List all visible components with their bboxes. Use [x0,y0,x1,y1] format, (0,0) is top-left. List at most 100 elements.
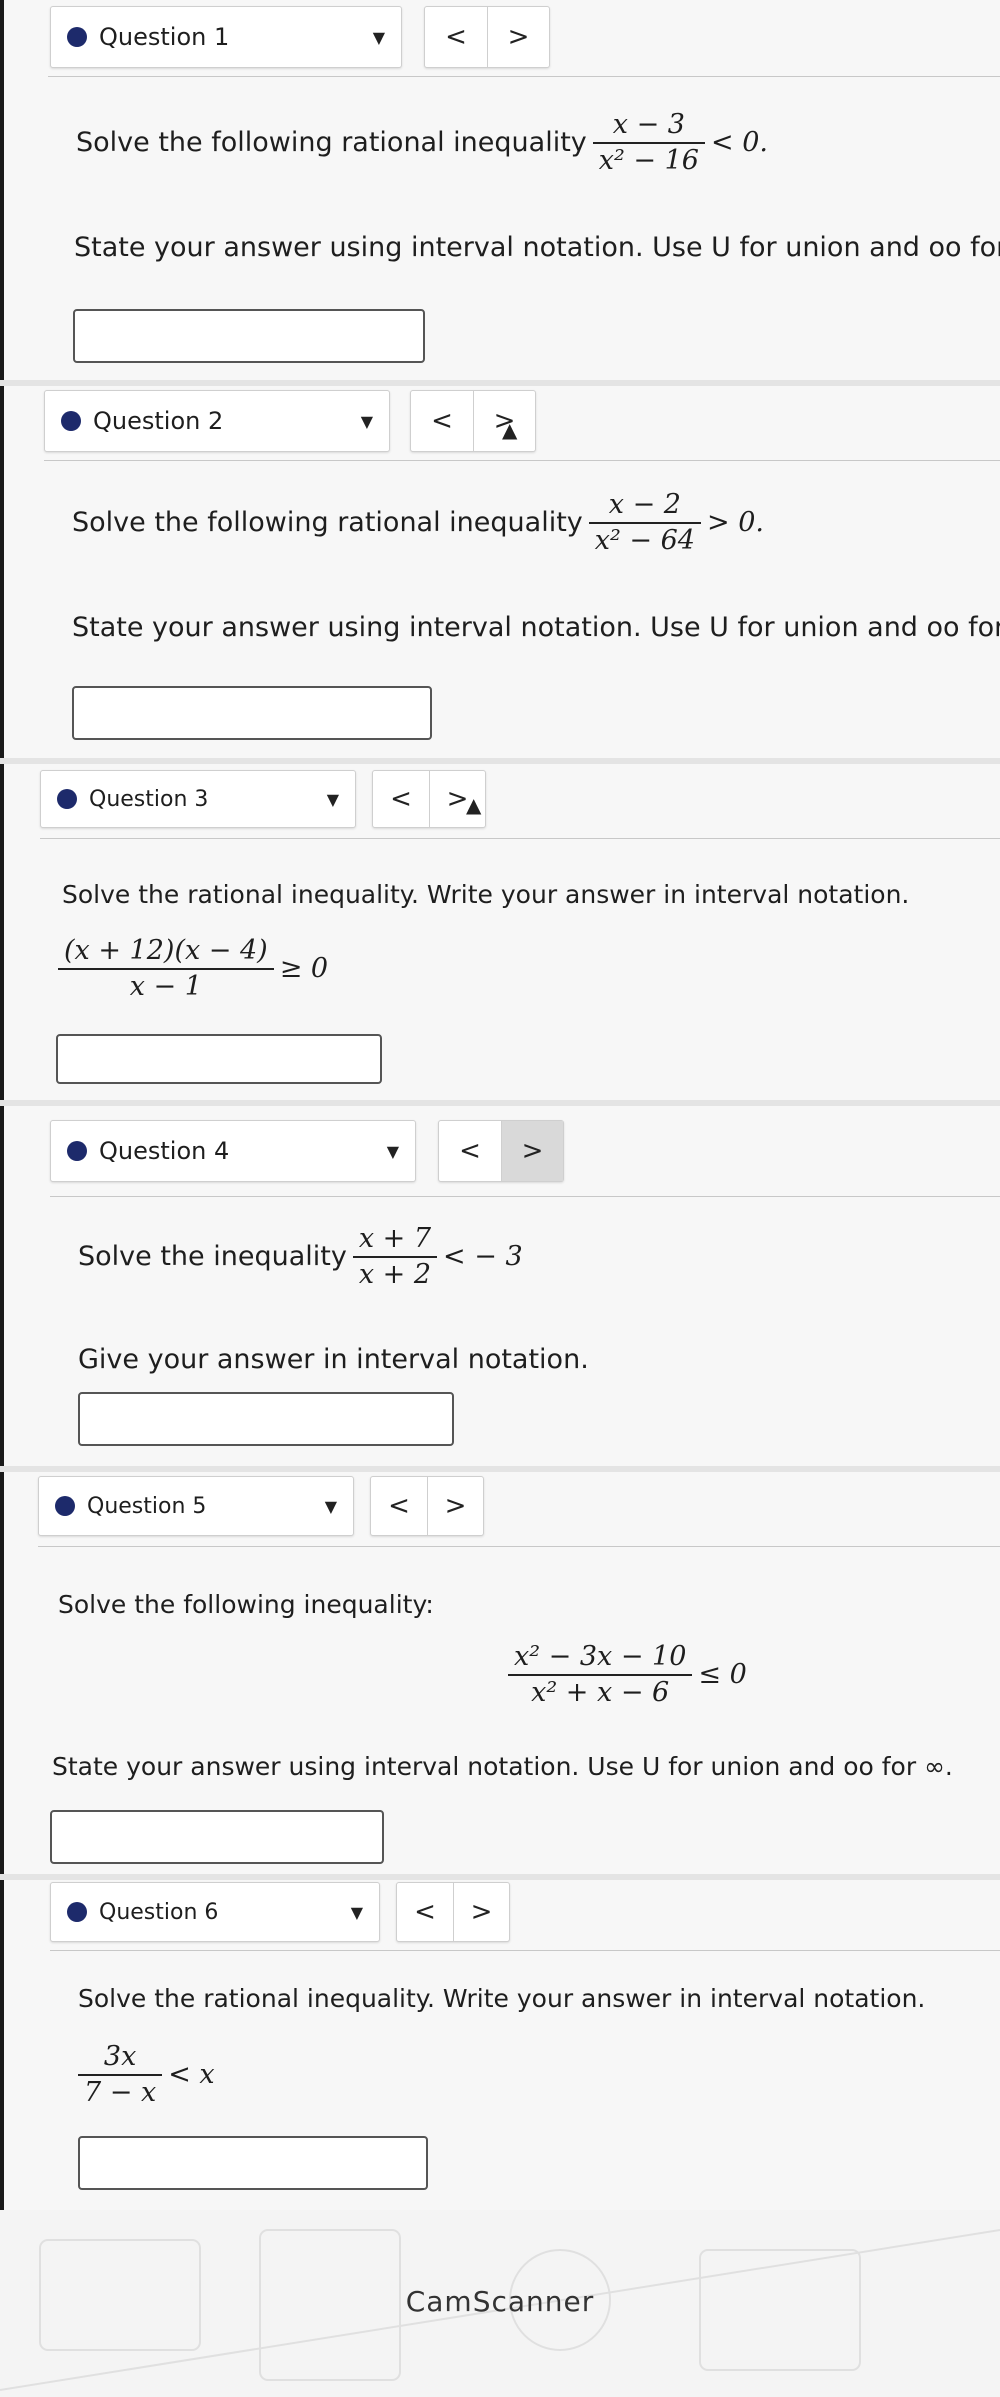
question-2-select[interactable]: Question 2 ▼ [44,390,390,452]
denominator: x² − 64 [594,524,695,556]
numerator: (x + 12)(x − 4) [64,935,268,966]
question-1-prompt: Solve the following rational inequality [76,126,587,158]
question-2-answer-input[interactable] [72,686,432,740]
status-dot-icon [61,411,81,431]
prev-button[interactable]: < [397,1883,453,1941]
status-dot-icon [67,1902,87,1922]
relation: < 0. [710,126,768,158]
question-4-fraction: x + 7 x + 2 [352,1222,438,1292]
question-1-fraction: x − 3 x² − 16 [592,108,705,178]
question-6-select[interactable]: Question 6 ▼ [50,1882,380,1942]
divider [40,838,1000,839]
next-button[interactable]: > [501,1121,563,1181]
question-2-header: Question 2 ▼ < > [44,390,536,452]
numerator: x − 2 [608,489,681,520]
question-2-fraction: x − 2 x² − 64 [588,488,701,558]
question-5-instruction: State your answer using interval notatio… [52,1752,953,1781]
question-6-nav: < > [396,1882,510,1942]
section-gap [0,1100,1000,1106]
relation: ≤ 0 [698,1658,747,1690]
prev-button[interactable]: < [425,7,487,67]
question-1-label: Question 1 [99,23,230,51]
question-3-fraction: (x + 12)(x − 4) x − 1 [58,934,274,1004]
caret-down-icon: ▼ [360,411,373,431]
question-5-select[interactable]: Question 5 ▼ [38,1476,354,1536]
numerator: x² − 3x − 10 [514,1641,687,1672]
numerator: x − 3 [612,109,685,140]
question-4-instruction: Give your answer in interval notation. [78,1344,589,1375]
question-5-problem: x² − 3x − 10 x² + x − 6 ≤ 0 [508,1640,747,1710]
prev-button[interactable]: < [411,391,473,451]
question-2-label: Question 2 [93,407,224,435]
question-2-problem: Solve the following rational inequality … [72,488,764,558]
relation: < x [168,2058,215,2090]
denominator: x − 1 [129,970,202,1002]
question-3-label: Question 3 [89,786,209,812]
caret-down-icon: ▼ [326,789,339,809]
next-button[interactable]: > [487,7,549,67]
question-2-prompt: Solve the following rational inequality [72,506,583,538]
question-4-nav: < > [438,1120,564,1182]
section-gap [0,758,1000,764]
question-3-select[interactable]: Question 3 ▼ [40,770,356,828]
question-5-nav: < > [370,1476,484,1536]
question-6-fraction: 3x 7 − x [78,2040,163,2110]
question-4-answer-input[interactable] [78,1392,454,1446]
status-dot-icon [57,789,77,809]
question-1-select[interactable]: Question 1 ▼ [50,6,402,68]
denominator: 7 − x [84,2076,157,2108]
section-gap [0,1874,1000,1880]
question-4-problem: Solve the inequality x + 7 x + 2 < − 3 [78,1222,523,1292]
question-3-problem: (x + 12)(x − 4) x − 1 ≥ 0 [58,934,328,1004]
question-1-answer-input[interactable] [73,309,425,363]
prev-button[interactable]: < [373,771,429,827]
question-5-fraction: x² − 3x − 10 x² + x − 6 [508,1640,693,1710]
status-dot-icon [67,1141,87,1161]
question-6-label: Question 6 [99,1899,219,1925]
divider [50,1196,1000,1197]
question-5-label: Question 5 [87,1493,207,1519]
question-3-header: Question 3 ▼ < > [40,770,486,828]
question-1-instruction: State your answer using interval notatio… [74,232,1000,263]
question-4-select[interactable]: Question 4 ▼ [50,1120,416,1182]
question-5-header: Question 5 ▼ < > [38,1476,484,1536]
numerator: 3x [103,2041,137,2072]
caret-down-icon: ▼ [372,27,385,47]
caret-down-icon: ▼ [350,1902,363,1922]
relation: < − 3 [443,1240,523,1272]
section-gap [0,380,1000,386]
divider [38,1546,1000,1547]
question-6-problem: 3x 7 − x < x [78,2040,215,2110]
question-2-instruction: State your answer using interval notatio… [72,612,1000,643]
status-dot-icon [67,27,87,47]
question-3-answer-input[interactable] [56,1034,382,1084]
question-1-problem: Solve the following rational inequality … [76,108,768,178]
question-3-prompt: Solve the rational inequality. Write you… [62,880,910,909]
relation: > 0. [706,506,764,538]
caret-down-icon: ▼ [324,1496,337,1516]
next-button[interactable]: > [453,1883,509,1941]
divider [48,76,1000,77]
question-4-header: Question 4 ▼ < > [50,1120,564,1182]
denominator: x + 2 [358,1258,432,1290]
question-6-prompt: Solve the rational inequality. Write you… [78,1984,926,2013]
section-gap [0,1466,1000,1472]
question-4-label: Question 4 [99,1137,230,1165]
question-4-prompt: Solve the inequality [78,1240,347,1272]
next-button[interactable]: > [427,1477,483,1535]
relation: ≥ 0 [279,952,329,984]
divider [50,1950,1000,1951]
question-6-answer-input[interactable] [78,2136,428,2190]
denominator: x² + x − 6 [531,1676,670,1708]
mouse-pointer-icon: ▲ [466,793,482,817]
caret-down-icon: ▼ [386,1141,399,1161]
question-1-header: Question 1 ▼ < > [50,6,550,68]
denominator: x² − 16 [598,144,699,176]
question-1-nav: < > [424,6,550,68]
question-6-header: Question 6 ▼ < > [50,1882,510,1942]
mouse-pointer-icon: ▲ [502,418,518,442]
prev-button[interactable]: < [439,1121,501,1181]
question-5-answer-input[interactable] [50,1810,384,1864]
prev-button[interactable]: < [371,1477,427,1535]
numerator: x + 7 [358,1223,432,1254]
